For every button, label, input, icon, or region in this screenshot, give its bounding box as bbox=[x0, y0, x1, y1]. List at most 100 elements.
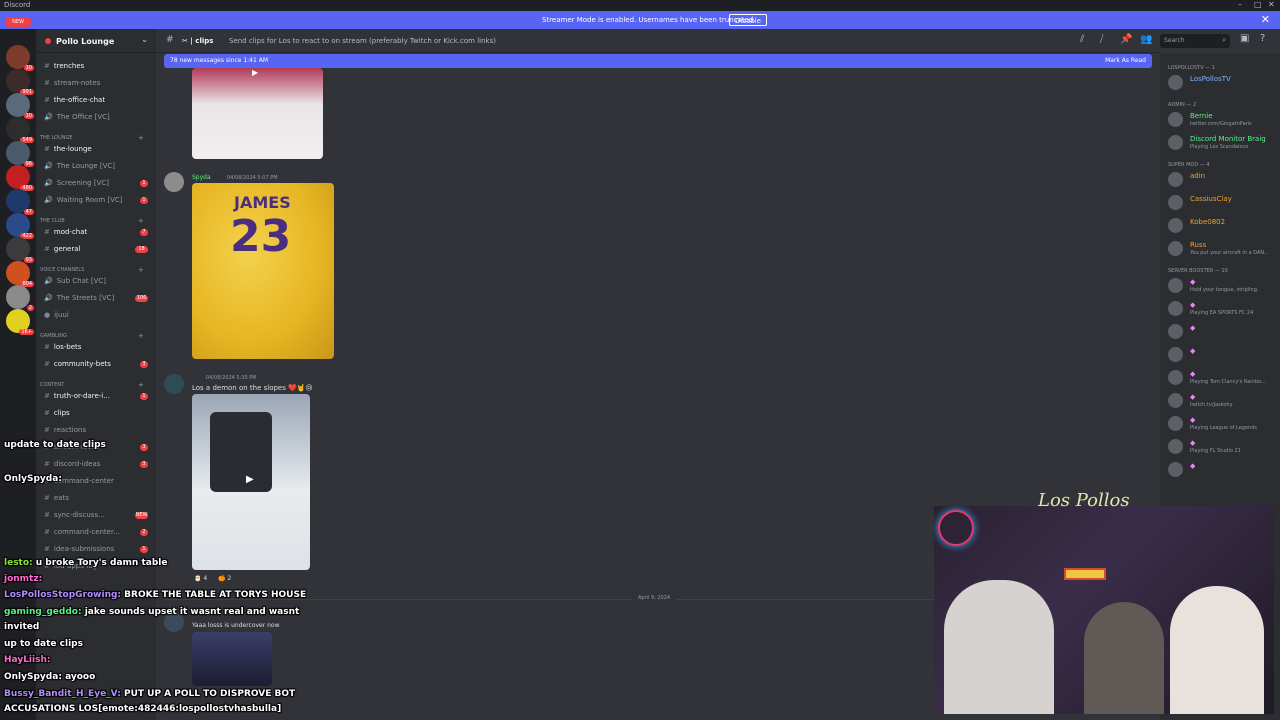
channel-voice[interactable]: 🔊 The Office [VC] bbox=[44, 113, 110, 121]
channel-label: Sub Chat [VC] bbox=[56, 277, 106, 285]
close-icon[interactable]: ✕ bbox=[1261, 13, 1270, 26]
avatar bbox=[1168, 218, 1183, 233]
message-author[interactable]: Spyda bbox=[192, 174, 211, 181]
channel-label: mod-chat bbox=[53, 228, 88, 236]
avatar bbox=[1168, 416, 1183, 431]
channel-text[interactable]: # the-office-chat bbox=[44, 96, 105, 104]
chat-message: up to date clips bbox=[4, 639, 83, 649]
message-text: Los a demon on the slopes ❤️🤘😢 bbox=[192, 384, 313, 392]
jersey-number: 23 bbox=[230, 211, 292, 262]
chat-line: lesto: u broke Tory's damn table bbox=[4, 558, 167, 568]
channel-category[interactable]: CONTENT + bbox=[40, 381, 144, 389]
member-status: Playing League of Legends bbox=[1190, 425, 1257, 431]
channel-voice[interactable]: 🔊 Screening [VC] bbox=[44, 179, 109, 187]
avatar bbox=[1168, 324, 1183, 339]
server-icon[interactable]: 991 bbox=[6, 69, 34, 95]
hash-icon: # bbox=[44, 360, 50, 368]
chat-message: ayooo bbox=[65, 672, 96, 682]
channel-text[interactable]: # truth-or-dare-i... bbox=[44, 392, 110, 400]
channel-voice[interactable]: 🔊 The Streets [VC] bbox=[44, 294, 114, 302]
channel-category[interactable]: VOICE CHANNELS + bbox=[40, 266, 144, 274]
member-name: CassiusClay bbox=[1190, 195, 1232, 203]
avatar bbox=[1168, 135, 1183, 150]
avatar bbox=[1168, 301, 1183, 316]
server-icon[interactable]: 549 bbox=[6, 117, 34, 143]
hash-icon: # bbox=[166, 35, 174, 45]
new-messages-bar[interactable]: 78 new messages since 1:41 AM Mark As Re… bbox=[164, 54, 1152, 68]
server-icon[interactable]: 480 bbox=[6, 165, 34, 191]
threads-icon[interactable]: ⫽ bbox=[1080, 34, 1084, 45]
channel-name: ✂ | clips bbox=[182, 37, 214, 45]
channel-category[interactable]: GAMBLING + bbox=[40, 332, 144, 340]
voice-icon: 🔊 bbox=[44, 196, 53, 204]
unread-badge: 1 bbox=[140, 197, 148, 204]
minimize-icon[interactable]: – bbox=[1238, 0, 1242, 9]
server-icon[interactable]: 1K+ bbox=[6, 309, 34, 335]
member-name: Bernie bbox=[1190, 112, 1213, 120]
video-attachment[interactable]: ▶ bbox=[192, 68, 323, 159]
server-icon[interactable]: 96 bbox=[6, 141, 34, 167]
channel-voice[interactable]: 🔊 The Lounge [VC] bbox=[44, 162, 115, 170]
app-title: Discord bbox=[4, 1, 31, 9]
image-attachment[interactable]: JAMES 23 bbox=[192, 183, 334, 359]
avatar[interactable] bbox=[164, 374, 184, 394]
channel-label: Waiting Room [VC] bbox=[56, 196, 123, 204]
channel-voice[interactable]: 🔊 Sub Chat [VC] bbox=[44, 277, 106, 285]
channel-label: community-bets bbox=[53, 360, 111, 368]
unread-badge: 3 bbox=[140, 361, 148, 368]
search-icon: ⌕ bbox=[1222, 36, 1226, 44]
inbox-icon[interactable]: ▣ bbox=[1240, 33, 1249, 44]
server-icon[interactable]: 10 bbox=[6, 45, 34, 71]
server-icon[interactable]: 2 bbox=[6, 285, 34, 311]
channel-label: the-office-chat bbox=[53, 96, 106, 104]
help-icon[interactable]: ? bbox=[1260, 33, 1265, 44]
server-icon[interactable]: 422 bbox=[6, 213, 34, 239]
channel-text[interactable]: # stream-notes bbox=[44, 79, 100, 87]
channel-category[interactable]: THE CLUB + bbox=[40, 217, 144, 225]
server-icon[interactable]: 47 bbox=[6, 189, 34, 215]
hash-icon: # bbox=[44, 228, 50, 236]
channel-voice[interactable]: 🔊 Waiting Room [VC] bbox=[44, 196, 123, 204]
avatar[interactable] bbox=[164, 172, 184, 192]
channel-text[interactable]: # mod-chat bbox=[44, 228, 87, 236]
window-titlebar: Discord – □ ✕ bbox=[0, 0, 1280, 11]
member-group-title: SUPER MOD — 4 bbox=[1168, 162, 1210, 168]
maximize-icon[interactable]: □ bbox=[1254, 0, 1262, 9]
channel-text[interactable]: # general bbox=[44, 245, 80, 253]
channel-text[interactable]: # the-lounge bbox=[44, 145, 92, 153]
pin-icon[interactable]: 📌 bbox=[1120, 34, 1132, 45]
mark-as-read-button[interactable]: Mark As Read bbox=[1105, 57, 1146, 64]
server-badge: 93 bbox=[23, 257, 34, 263]
server-icon[interactable]: 804 bbox=[6, 261, 34, 287]
hash-icon: # bbox=[44, 343, 50, 351]
channel-text[interactable]: # community-bets bbox=[44, 360, 111, 368]
channel-header: # ✂ | clips Send clips for Los to react … bbox=[156, 29, 1160, 53]
play-icon[interactable]: ▶ bbox=[252, 68, 258, 77]
chat-username: lesto: bbox=[4, 558, 36, 568]
voice-icon: 🔊 bbox=[44, 113, 53, 121]
server-header[interactable]: Pollo Lounge ⌄ bbox=[36, 29, 156, 53]
chat-message: BROKE THE TABLE AT TORYS HOUSE bbox=[124, 590, 307, 600]
server-badge: 2 bbox=[26, 305, 34, 311]
members-icon[interactable]: 👥 bbox=[1140, 34, 1152, 45]
server-icon[interactable]: 10 bbox=[6, 93, 34, 119]
channel-label: trenches bbox=[53, 62, 85, 70]
chat-line: update to date clips bbox=[4, 440, 106, 450]
search-input[interactable]: Search ⌕ bbox=[1160, 34, 1230, 48]
disable-button[interactable]: Disable bbox=[729, 14, 767, 26]
chat-username: LosPollosStopGrowing: bbox=[4, 590, 125, 600]
member-status: Playing EA SPORTS FC 24 bbox=[1190, 310, 1254, 316]
voice-icon: 🔊 bbox=[44, 294, 53, 302]
channel-text[interactable]: # los-bets bbox=[44, 343, 81, 351]
channel-text[interactable]: # trenches bbox=[44, 62, 84, 70]
server-icon[interactable]: 93 bbox=[6, 237, 34, 263]
channel-text[interactable]: # clips bbox=[44, 409, 70, 417]
channel-category[interactable]: THE LOUNGE + bbox=[40, 134, 144, 142]
voice-icon: 🔊 bbox=[44, 162, 53, 170]
close-window-icon[interactable]: ✕ bbox=[1268, 0, 1275, 9]
avatar bbox=[1168, 195, 1183, 210]
hash-icon: # bbox=[44, 145, 50, 153]
chevron-down-icon[interactable]: ⌄ bbox=[141, 35, 148, 44]
mute-icon[interactable]: ⧸ bbox=[1100, 34, 1103, 45]
channel-user[interactable]: ● ijuui bbox=[44, 311, 69, 319]
